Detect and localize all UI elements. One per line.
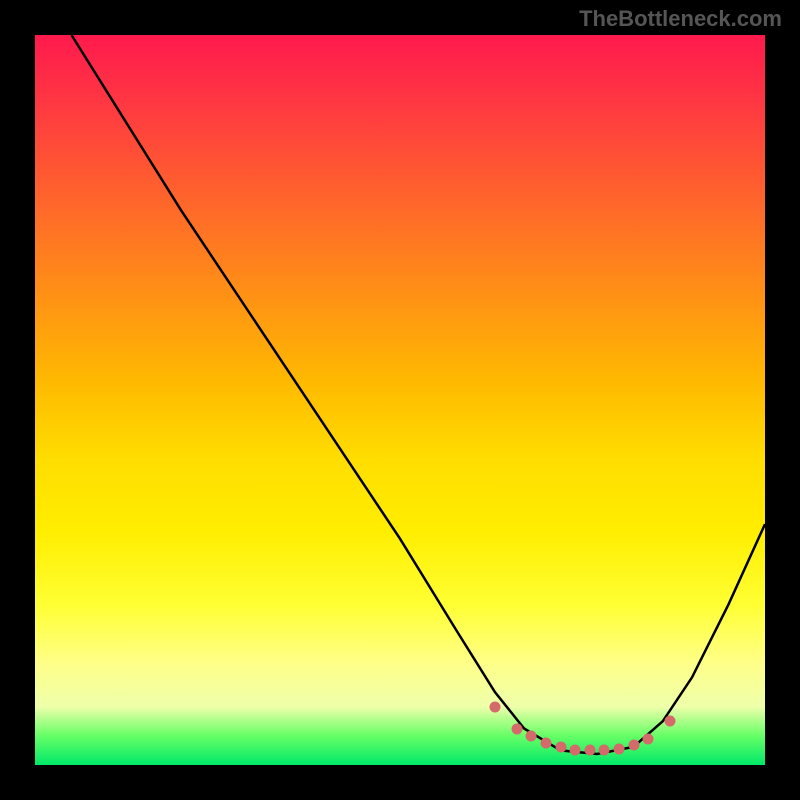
marker-dot xyxy=(570,745,581,756)
chart-plot-area xyxy=(35,35,765,765)
marker-dot xyxy=(511,723,522,734)
marker-layer xyxy=(35,35,765,765)
marker-dot xyxy=(665,716,676,727)
marker-dot xyxy=(614,743,625,754)
marker-dot xyxy=(526,730,537,741)
marker-dot xyxy=(555,741,566,752)
marker-dot xyxy=(584,745,595,756)
marker-dot xyxy=(599,745,610,756)
marker-dot xyxy=(628,739,639,750)
watermark-text: TheBottleneck.com xyxy=(579,6,782,32)
marker-dot xyxy=(489,701,500,712)
marker-dot xyxy=(643,734,654,745)
marker-dot xyxy=(541,738,552,749)
